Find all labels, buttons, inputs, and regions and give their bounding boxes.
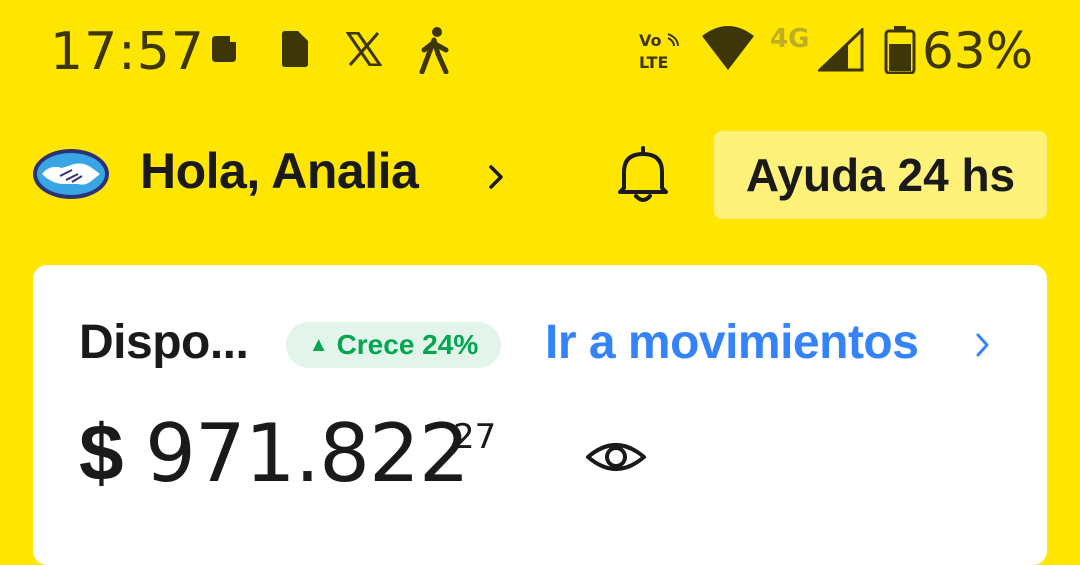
bell-icon[interactable] [612, 144, 674, 206]
currency-symbol: $ [79, 408, 124, 497]
svg-text:Vo: Vo [639, 31, 662, 50]
battery-icon [884, 26, 916, 74]
wifi-icon [702, 26, 754, 70]
available-balance-title: Dispo... [79, 316, 249, 369]
app-header: Hola, Analia Ayuda 24 hs [0, 128, 1080, 224]
chevron-right-icon[interactable] [486, 162, 508, 192]
battery-percent: 63% [922, 22, 1034, 80]
chevron-right-icon[interactable] [973, 331, 993, 359]
network-type-label: 4G [770, 24, 810, 54]
movements-link[interactable]: Ir a movimientos [545, 315, 919, 370]
growth-arrow-icon: ▲ [308, 333, 329, 356]
volte-icon: Vo LTE [639, 31, 679, 70]
balance-card: Dispo... ▲ Crece 24% Ir a movimientos $ … [33, 265, 1047, 565]
eye-icon[interactable] [584, 437, 648, 477]
growth-badge: ▲ Crece 24% [286, 322, 501, 368]
mercadopago-handshake-logo[interactable] [30, 146, 112, 202]
growth-badge-label: Crece 24% [336, 329, 479, 360]
amount-value: 971.822 [145, 407, 470, 500]
status-bar: 17:57 Vo LTE 4G 63% [0, 0, 1080, 110]
help-24hs-button[interactable]: Ayuda 24 hs [714, 131, 1047, 219]
signal-icon [818, 28, 864, 72]
svg-text:LTE: LTE [639, 53, 668, 70]
message-icon [212, 36, 236, 62]
amount-cents: 27 [453, 417, 497, 457]
greeting-text[interactable]: Hola, Analia [140, 142, 419, 200]
sim-icon [282, 31, 308, 67]
status-time: 17:57 [50, 22, 205, 82]
x-app-icon [346, 32, 382, 66]
walking-icon [419, 27, 449, 74]
